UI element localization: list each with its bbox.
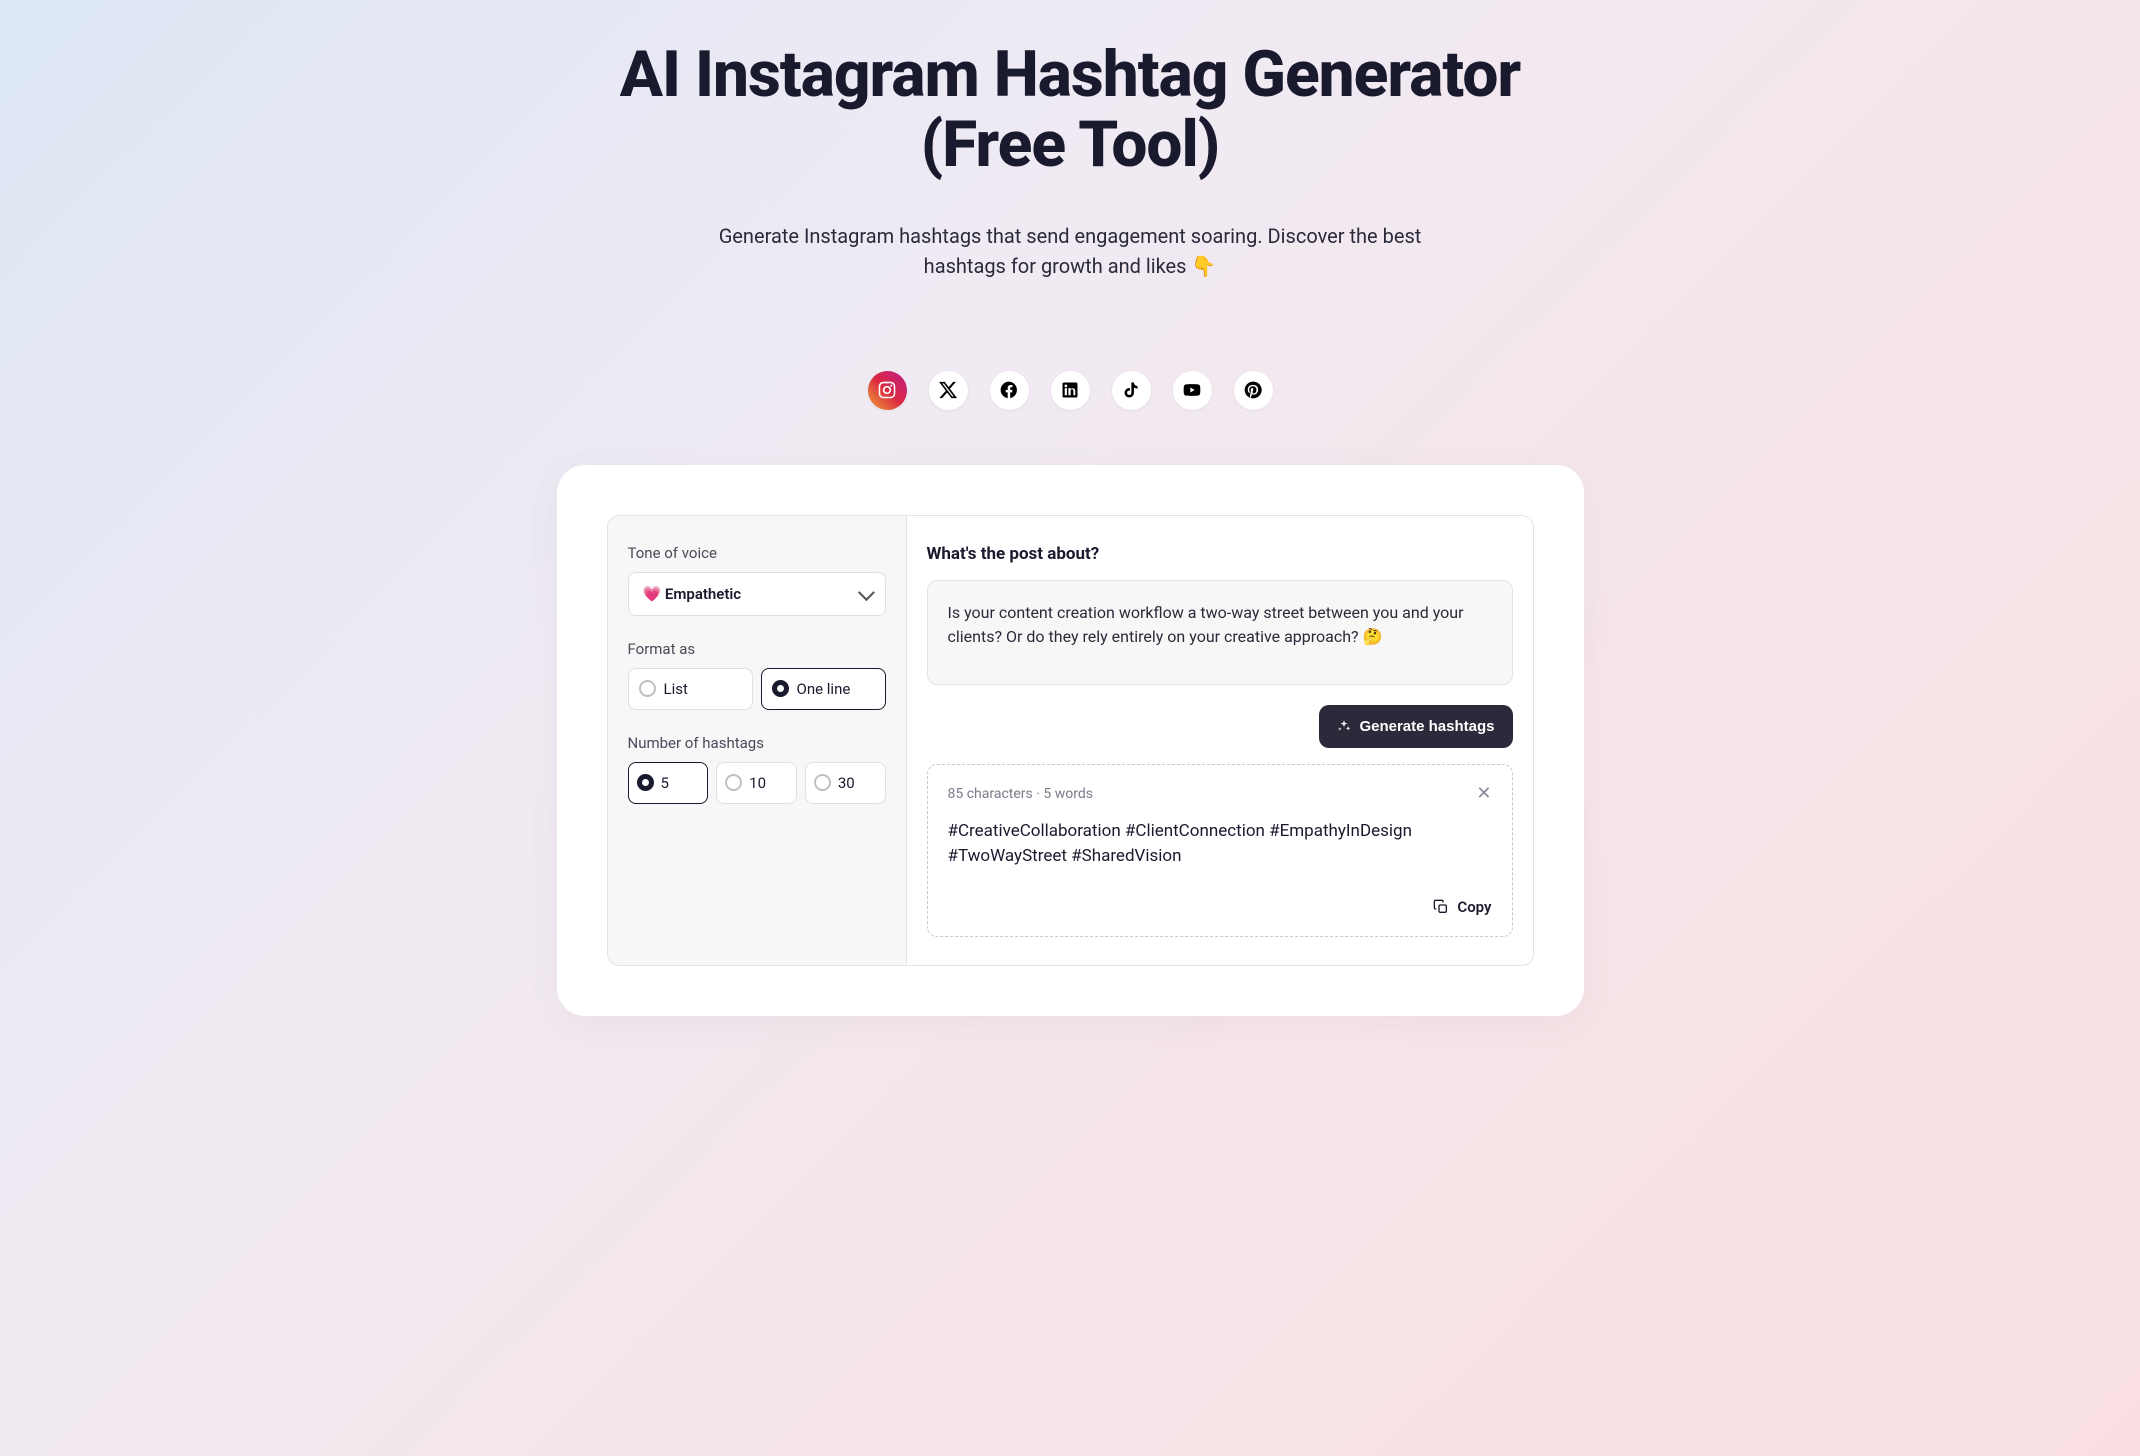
tone-select[interactable]: 💗 Empathetic <box>628 572 886 616</box>
tiktok-icon <box>1121 380 1141 400</box>
youtube-icon <box>1182 380 1202 400</box>
social-x[interactable] <box>929 371 968 410</box>
radio-icon <box>725 774 742 791</box>
radio-icon <box>639 680 656 697</box>
prompt-input[interactable] <box>927 580 1513 685</box>
sparkle-icon <box>1337 719 1351 733</box>
format-one-line[interactable]: One line <box>761 668 886 710</box>
social-youtube[interactable] <box>1173 371 1212 410</box>
linkedin-icon <box>1060 380 1080 400</box>
social-row <box>557 371 1584 410</box>
count-30[interactable]: 30 <box>805 762 886 804</box>
radio-icon <box>772 680 789 697</box>
tone-value: 💗 Empathetic <box>643 585 742 603</box>
format-one-line-label: One line <box>797 680 851 698</box>
generate-button[interactable]: Generate hashtags <box>1319 705 1512 748</box>
count-10-label: 10 <box>749 774 766 792</box>
copy-button[interactable]: Copy <box>1433 898 1491 916</box>
pinterest-icon <box>1243 380 1263 400</box>
social-linkedin[interactable] <box>1051 371 1090 410</box>
result-meta: 85 characters · 5 words <box>948 786 1093 802</box>
hashtags-output: #CreativeCollaboration #ClientConnection… <box>948 819 1492 870</box>
tone-label: Tone of voice <box>628 544 886 562</box>
count-30-label: 30 <box>838 774 855 792</box>
main-panel: What's the post about? Generate hashtags… <box>907 516 1533 965</box>
radio-icon <box>814 774 831 791</box>
copy-icon <box>1433 899 1449 915</box>
page-title: AI Instagram Hashtag Generator (Free Too… <box>557 40 1584 181</box>
generator-card: Tone of voice 💗 Empathetic Format as Lis… <box>557 465 1584 1016</box>
instagram-icon <box>877 380 897 400</box>
facebook-icon <box>999 380 1019 400</box>
count-10[interactable]: 10 <box>716 762 797 804</box>
page-subtitle: Generate Instagram hashtags that send en… <box>685 221 1455 281</box>
format-list-label: List <box>664 680 688 698</box>
count-label: Number of hashtags <box>628 734 886 752</box>
radio-icon <box>637 774 654 791</box>
x-icon <box>938 380 958 400</box>
format-list[interactable]: List <box>628 668 753 710</box>
close-button[interactable]: ✕ <box>1476 785 1491 803</box>
generate-label: Generate hashtags <box>1359 718 1494 735</box>
count-5-label: 5 <box>661 774 669 792</box>
social-pinterest[interactable] <box>1234 371 1273 410</box>
format-label: Format as <box>628 640 886 658</box>
copy-label: Copy <box>1457 898 1491 916</box>
count-5[interactable]: 5 <box>628 762 709 804</box>
social-tiktok[interactable] <box>1112 371 1151 410</box>
result-box: 85 characters · 5 words ✕ #CreativeColla… <box>927 764 1513 937</box>
social-facebook[interactable] <box>990 371 1029 410</box>
prompt-label: What's the post about? <box>927 544 1513 564</box>
social-instagram[interactable] <box>868 371 907 410</box>
settings-sidebar: Tone of voice 💗 Empathetic Format as Lis… <box>608 516 907 965</box>
chevron-down-icon <box>857 584 874 601</box>
